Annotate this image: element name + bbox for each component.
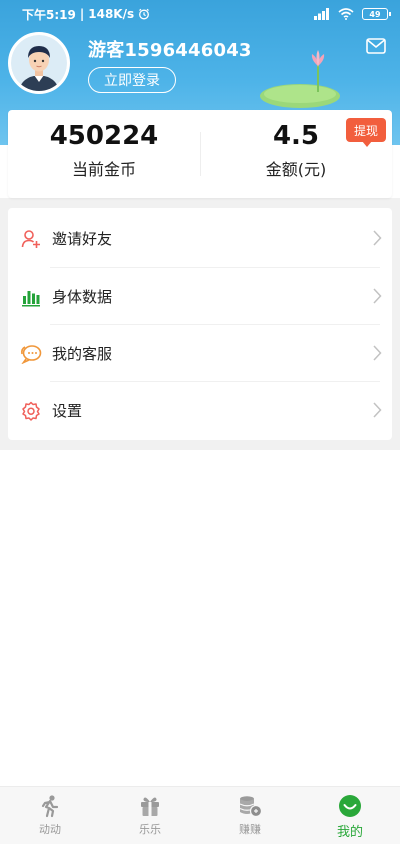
coins-stat[interactable]: 450224 当前金币 [8, 120, 200, 180]
status-bar: 下午5:19 | 148K/s 49 [0, 0, 400, 28]
nav-label: 赚赚 [239, 823, 261, 836]
menu-item-customer-service[interactable]: 我的客服 [8, 325, 392, 382]
nav-label: 动动 [39, 823, 61, 836]
alarm-clock-icon [139, 8, 150, 20]
user-avatar-icon [11, 35, 67, 91]
smiley-face-icon [337, 793, 363, 819]
invite-friend-icon [20, 228, 42, 250]
username: 游客1596446043 [88, 40, 252, 61]
status-network-speed: 148K/s [88, 7, 135, 21]
login-button[interactable]: 立即登录 [88, 67, 176, 93]
menu-item-label: 邀请好友 [52, 230, 113, 248]
chevron-right-icon [373, 288, 382, 304]
menu-item-body-data[interactable]: 身体数据 [8, 268, 392, 325]
nav-label: 我的 [336, 825, 363, 840]
menu-item-invite-friends[interactable]: 邀请好友 [8, 210, 392, 267]
menu-item-label: 身体数据 [52, 288, 113, 306]
signal-strength-icon [314, 8, 329, 20]
chevron-right-icon [373, 345, 382, 361]
menu-item-label: 设置 [52, 402, 83, 420]
balance-card: 450224 当前金币 4.5 金额(元) 提现 [8, 110, 392, 198]
coins-label: 当前金币 [71, 160, 136, 179]
menu-list: 邀请好友 身体数据 我的客服 设置 [8, 208, 392, 440]
nav-tab-zhuanzhuan[interactable]: 赚赚 [200, 787, 300, 844]
nav-tab-dongdong[interactable]: 动动 [0, 787, 100, 844]
coins-value: 450224 [49, 121, 159, 151]
amount-label: 金额(元) [265, 160, 327, 179]
running-person-icon [37, 793, 63, 819]
customer-service-icon [20, 343, 42, 365]
avatar[interactable] [8, 32, 70, 94]
chevron-right-icon [373, 230, 382, 246]
nav-label: 乐乐 [139, 823, 161, 836]
settings-gear-icon [20, 400, 42, 422]
nav-tab-lele[interactable]: 乐乐 [100, 787, 200, 844]
bottom-navigation: 动动 乐乐 赚赚 我的 [0, 786, 400, 844]
battery-level: 49 [369, 9, 381, 19]
gift-box-icon [137, 793, 163, 819]
menu-item-settings[interactable]: 设置 [8, 382, 392, 439]
chevron-right-icon [373, 402, 382, 418]
status-time: 下午5:19 [22, 7, 76, 22]
wifi-icon [338, 8, 354, 20]
mail-icon[interactable] [366, 38, 386, 54]
coin-stack-icon [237, 793, 263, 819]
menu-item-label: 我的客服 [52, 345, 113, 363]
body-data-icon [20, 286, 42, 308]
lotus-leaf-decoration [260, 50, 340, 108]
nav-tab-mine[interactable]: 我的 [300, 787, 400, 844]
status-separator: | [79, 7, 85, 21]
withdraw-button[interactable]: 提现 [346, 118, 386, 147]
battery-icon: 49 [362, 8, 391, 20]
